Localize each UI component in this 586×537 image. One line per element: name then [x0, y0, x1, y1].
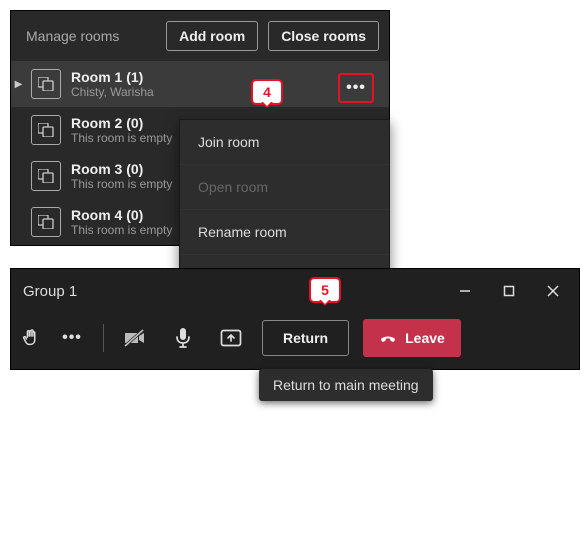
close-rooms-button[interactable]: Close rooms: [268, 21, 379, 51]
add-room-button[interactable]: Add room: [166, 21, 258, 51]
room-icon: [31, 69, 61, 99]
share-screen-button[interactable]: [210, 319, 252, 357]
breakout-rooms-panel: Manage rooms Add room Close rooms ▶ Room…: [10, 10, 390, 246]
leave-label: Leave: [405, 330, 445, 346]
room-icon: [31, 161, 61, 191]
room-icon: [31, 207, 61, 237]
window-minimize-button[interactable]: [443, 277, 487, 305]
menu-rename-room[interactable]: Rename room: [180, 210, 389, 255]
hangup-icon: [379, 329, 397, 347]
mic-button[interactable]: [162, 319, 204, 357]
meeting-window: Group 1 ••• Return Leave Ret: [10, 268, 580, 370]
menu-open-room: Open room: [180, 165, 389, 210]
breakout-header: Manage rooms Add room Close rooms: [11, 11, 389, 61]
manage-rooms-label: Manage rooms: [21, 28, 156, 44]
room-subtitle: Chisty, Warisha: [71, 85, 381, 99]
meeting-title: Group 1: [23, 283, 77, 300]
room-icon: [31, 115, 61, 145]
raise-hand-button[interactable]: [19, 319, 45, 357]
callout-marker-4: 4: [251, 79, 283, 105]
meeting-titlebar: Group 1: [11, 269, 579, 311]
window-maximize-button[interactable]: [487, 277, 531, 305]
expand-icon[interactable]: ▶: [11, 79, 26, 90]
callout-marker-5: 5: [309, 277, 341, 303]
menu-join-room[interactable]: Join room: [180, 120, 389, 165]
leave-button[interactable]: Leave: [363, 319, 461, 357]
meeting-toolbar: ••• Return Leave Return to main meeting: [11, 311, 579, 369]
more-actions-button[interactable]: •••: [51, 319, 93, 357]
more-options-button[interactable]: •••: [338, 73, 374, 103]
list-item[interactable]: ▶ Room 1 (1) Chisty, Warisha •••: [11, 61, 389, 107]
return-tooltip: Return to main meeting: [259, 369, 433, 401]
room-title: Room 1 (1): [71, 69, 381, 85]
toolbar-divider: [103, 324, 104, 352]
return-button[interactable]: Return: [262, 320, 349, 356]
window-close-button[interactable]: [531, 277, 575, 305]
camera-off-button[interactable]: [114, 319, 156, 357]
